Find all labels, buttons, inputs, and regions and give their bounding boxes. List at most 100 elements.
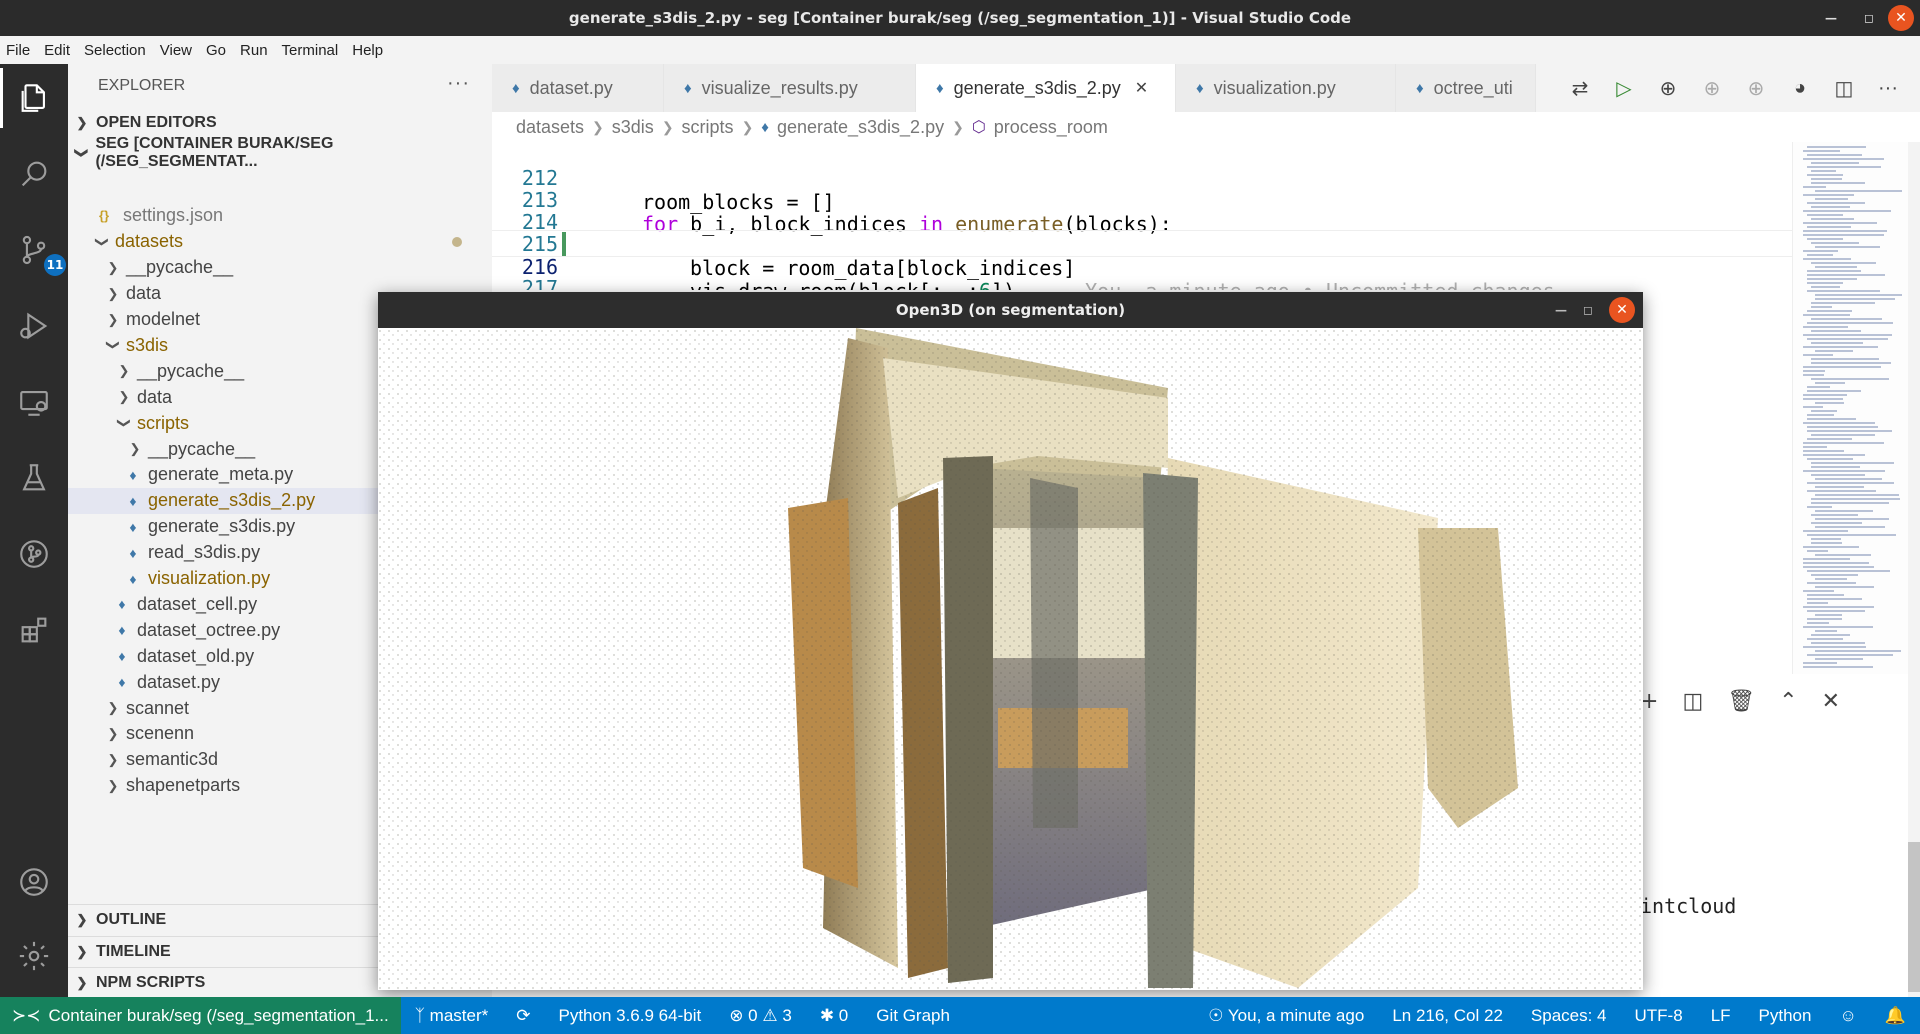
source-control-icon[interactable]: 11 bbox=[14, 230, 66, 276]
compare-changes-icon[interactable]: ⇄ bbox=[1566, 76, 1594, 101]
minimap-line bbox=[1811, 262, 1876, 264]
extensions-icon[interactable] bbox=[14, 610, 54, 650]
point-cloud-render[interactable] bbox=[378, 328, 1643, 990]
breadcrumb-datasets[interactable]: datasets bbox=[516, 117, 584, 138]
branch-indicator[interactable]: ᛉ master* bbox=[401, 1006, 503, 1026]
split-editor-icon[interactable]: ◫ bbox=[1830, 76, 1858, 101]
maximize-icon[interactable]: ◻ bbox=[1583, 292, 1593, 328]
tab-visualization[interactable]: ♦ visualization.py bbox=[1176, 64, 1396, 112]
tab-dataset[interactable]: ♦ dataset.py bbox=[492, 64, 664, 112]
minimap-line bbox=[1803, 222, 1877, 224]
ports-indicator[interactable]: ✱ 0 bbox=[806, 1006, 862, 1026]
chevron-right-icon: ❯ bbox=[661, 118, 674, 135]
sync-icon[interactable]: ⟳ bbox=[502, 1006, 544, 1026]
remote-explorer-icon[interactable] bbox=[14, 382, 54, 422]
trash-icon[interactable]: 🗑 bbox=[1727, 689, 1755, 714]
tree-item-label: scripts bbox=[137, 412, 190, 433]
git-graph-button[interactable]: Git Graph bbox=[862, 1006, 964, 1026]
menu-edit[interactable]: Edit bbox=[44, 42, 70, 59]
encoding[interactable]: UTF-8 bbox=[1621, 1006, 1697, 1026]
end-of-line[interactable]: LF bbox=[1697, 1006, 1745, 1026]
feedback-icon[interactable]: ☺ bbox=[1825, 1006, 1870, 1026]
python-file-icon: ♦ bbox=[118, 648, 126, 665]
more-actions-icon[interactable]: ··· bbox=[1874, 77, 1902, 100]
breadcrumb-scripts[interactable]: scripts bbox=[682, 117, 734, 138]
minimap-line bbox=[1803, 250, 1838, 252]
open3d-window[interactable]: Open3D (on segmentation) — ◻ ✕ bbox=[378, 292, 1643, 990]
tab-octree-utils[interactable]: ♦ octree_uti bbox=[1396, 64, 1536, 112]
tree-item[interactable]: ❯ datasets bbox=[68, 229, 492, 255]
python-file-icon: ♦ bbox=[129, 544, 137, 561]
minimap-line bbox=[1807, 582, 1856, 584]
close-icon[interactable]: ✕ bbox=[1888, 5, 1914, 31]
cursor-position[interactable]: Ln 216, Col 22 bbox=[1378, 1006, 1517, 1026]
breadcrumb-s3dis[interactable]: s3dis bbox=[612, 117, 654, 138]
menu-file[interactable]: File bbox=[6, 42, 30, 59]
notifications-icon[interactable]: 🔔 bbox=[1871, 1006, 1920, 1026]
open3d-titlebar[interactable]: Open3D (on segmentation) — ◻ ✕ bbox=[378, 292, 1643, 328]
minimize-icon[interactable]: — bbox=[1555, 292, 1567, 328]
close-panel-icon[interactable]: ✕ bbox=[1822, 689, 1840, 714]
python-file-icon: ♦ bbox=[118, 622, 126, 639]
section-open-editors[interactable]: ❯ OPEN EDITORS bbox=[68, 108, 492, 138]
tree-item[interactable]: ❯ __pycache__ bbox=[68, 255, 492, 281]
tree-item-label: __pycache__ bbox=[137, 360, 245, 381]
tree-item-label: settings.json bbox=[123, 205, 224, 226]
close-icon[interactable]: ✕ bbox=[1609, 297, 1635, 323]
window-titlebar: generate_s3dis_2.py - seg [Container bur… bbox=[0, 0, 1920, 36]
next-change-icon[interactable]: ⊕ bbox=[1742, 76, 1770, 101]
menu-go[interactable]: Go bbox=[206, 42, 226, 59]
breadcrumb-file[interactable]: generate_s3dis_2.py bbox=[777, 117, 944, 138]
gear-icon[interactable] bbox=[14, 936, 54, 976]
remote-indicator[interactable]: ≻≺ Container burak/seg (/seg_segmentatio… bbox=[0, 997, 401, 1034]
maximize-icon[interactable]: ◻ bbox=[1850, 11, 1888, 25]
git-commit-icon[interactable]: ⊕ bbox=[1654, 76, 1682, 101]
git-blame-indicator[interactable]: ☉ You, a minute ago bbox=[1194, 1006, 1378, 1026]
tab-generate-s3dis-2[interactable]: ♦ generate_s3dis_2.py ✕ bbox=[916, 64, 1176, 112]
minimap-line bbox=[1807, 338, 1888, 340]
testing-icon[interactable] bbox=[14, 458, 54, 498]
minimap-line bbox=[1811, 242, 1859, 244]
language-mode[interactable]: Python bbox=[1745, 1006, 1826, 1026]
python-interpreter[interactable]: Python 3.6.9 64-bit bbox=[544, 1006, 715, 1026]
branch-label: master* bbox=[429, 1005, 489, 1025]
minimap[interactable] bbox=[1792, 142, 1908, 674]
minimap-line bbox=[1815, 578, 1847, 580]
explorer-icon[interactable] bbox=[0, 68, 54, 128]
minimap-line bbox=[1811, 182, 1865, 184]
scrollbar-thumb[interactable] bbox=[1908, 842, 1920, 992]
close-tab-icon[interactable]: ✕ bbox=[1135, 78, 1148, 98]
minimize-icon[interactable]: — bbox=[1812, 11, 1850, 25]
code-editor[interactable]: 212 room_blocks = [] 213 for b_i, block_… bbox=[492, 142, 1792, 290]
section-workspace[interactable]: ❯ SEG [CONTAINER BURAK/SEG (/SEG_SEGMENT… bbox=[68, 135, 492, 170]
minimap-line bbox=[1807, 550, 1828, 552]
minimap-line bbox=[1811, 170, 1836, 172]
search-icon[interactable] bbox=[14, 154, 54, 194]
git-graph-icon[interactable] bbox=[14, 534, 54, 574]
minimap-line bbox=[1807, 490, 1876, 492]
menu-view[interactable]: View bbox=[160, 42, 192, 59]
problems-indicator[interactable]: ⊗ 0 ⚠ 3 bbox=[715, 1006, 806, 1026]
indentation[interactable]: Spaces: 4 bbox=[1517, 1006, 1621, 1026]
tree-item-label: scannet bbox=[126, 697, 190, 718]
tab-visualize-results[interactable]: ♦ visualize_results.py bbox=[664, 64, 916, 112]
menu-help[interactable]: Help bbox=[352, 42, 383, 59]
minimap-line bbox=[1807, 534, 1896, 536]
menu-selection[interactable]: Selection bbox=[84, 42, 146, 59]
tree-item[interactable]: {} settings.json bbox=[68, 203, 492, 229]
minimap-line bbox=[1815, 298, 1895, 300]
minimap-line bbox=[1811, 434, 1875, 436]
editor-scrollbar[interactable] bbox=[1908, 142, 1920, 997]
timeline-icon[interactable]: ◕ bbox=[1786, 77, 1814, 100]
more-actions-icon[interactable]: ··· bbox=[447, 72, 470, 95]
account-icon[interactable] bbox=[14, 862, 54, 902]
menu-run[interactable]: Run bbox=[240, 42, 268, 59]
previous-change-icon[interactable]: ⊕ bbox=[1698, 76, 1726, 101]
run-debug-icon[interactable] bbox=[14, 306, 54, 346]
tree-item-label: generate_meta.py bbox=[148, 464, 294, 485]
menu-terminal[interactable]: Terminal bbox=[282, 42, 339, 59]
breadcrumb-symbol[interactable]: process_room bbox=[994, 117, 1108, 138]
split-terminal-icon[interactable]: ◫ bbox=[1682, 689, 1703, 714]
chevron-up-icon[interactable]: ⌃ bbox=[1779, 689, 1797, 714]
run-file-icon[interactable]: ▷ bbox=[1610, 76, 1638, 101]
